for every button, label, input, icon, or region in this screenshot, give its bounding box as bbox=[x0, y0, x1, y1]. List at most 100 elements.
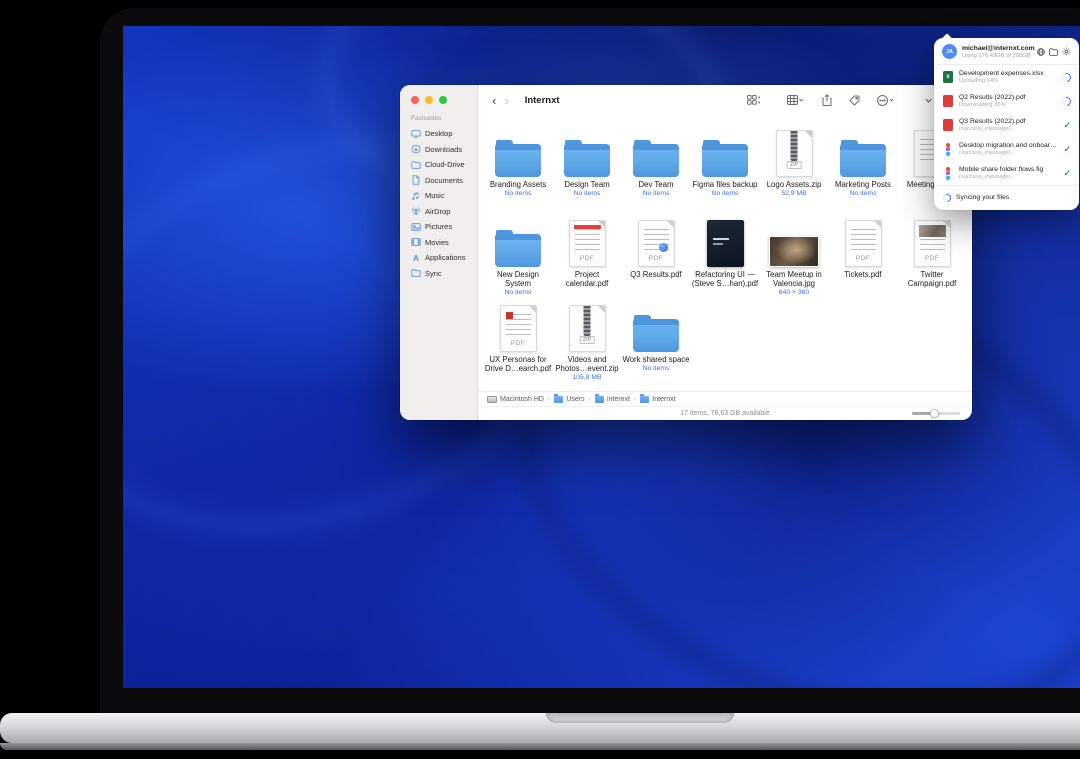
minimize-button[interactable] bbox=[425, 96, 433, 104]
sidebar-item-label: Downloads bbox=[425, 145, 462, 154]
view-grid-icon[interactable] bbox=[747, 95, 760, 106]
file-name: Project calendar.pdf bbox=[553, 270, 621, 288]
sidebar-item-movies[interactable]: Movies bbox=[406, 235, 473, 251]
sidebar-item-cloud-drive[interactable]: Cloud-Drive bbox=[406, 157, 473, 173]
file-item-dev-team[interactable]: Dev TeamNo items bbox=[622, 123, 691, 197]
movies-icon bbox=[411, 237, 421, 247]
path-segment-internxt[interactable]: internxt bbox=[595, 396, 630, 403]
file-item-new-design-system[interactable]: New Design SystemNo items bbox=[484, 213, 553, 296]
file-item-design-team[interactable]: Design TeamNo items bbox=[553, 123, 622, 197]
folder-icon bbox=[595, 396, 604, 403]
path-bar[interactable]: Macintosh HD›Users›internxt›Internxt bbox=[478, 391, 972, 406]
transfer-item-development-expenses-xlsx[interactable]: xDevelopment expenses.xlsxUploading 64% bbox=[934, 65, 1079, 89]
path-segment-macintosh-hd[interactable]: Macintosh HD bbox=[487, 396, 544, 403]
file-item-work-shared-space[interactable]: Work shared spaceNo items bbox=[622, 298, 691, 372]
pdf-badge: PDF bbox=[846, 255, 881, 262]
hard-drive-icon bbox=[487, 396, 497, 403]
sidebar-item-pictures[interactable]: Pictures bbox=[406, 219, 473, 235]
share-icon[interactable] bbox=[822, 94, 832, 106]
pdf-badge: PDF bbox=[501, 340, 536, 347]
downloads-icon bbox=[411, 144, 421, 154]
sidebar-item-airdrop[interactable]: AirDrop bbox=[406, 204, 473, 220]
file-subtitle: No items bbox=[574, 190, 601, 197]
file-item-q3-results-pdf[interactable]: PDF Q3 Results.pdf bbox=[622, 213, 691, 279]
sidebar-item-label: AirDrop bbox=[425, 207, 450, 216]
sidebar-item-documents[interactable]: Documents bbox=[406, 173, 473, 189]
file-icon-wrap: ZIP bbox=[776, 123, 813, 177]
slider-knob[interactable] bbox=[930, 409, 939, 418]
pdf-badge: PDF bbox=[639, 255, 674, 262]
transfer-file-name: Mobile share folder flows.fig bbox=[959, 166, 1059, 173]
zoom-button[interactable] bbox=[439, 96, 447, 104]
group-by-icon[interactable] bbox=[787, 95, 803, 105]
file-item-logo-assets-zip[interactable]: ZIPLogo Assets.zip52,9 MB bbox=[760, 123, 829, 197]
transfer-item-q3-results-2022-pdf[interactable]: Q3 Results (2022).pdf(success_message)✓ bbox=[934, 113, 1079, 137]
overflow-chevron-icon[interactable] bbox=[925, 98, 932, 103]
globe-icon[interactable] bbox=[1037, 48, 1045, 56]
file-icon-wrap bbox=[633, 298, 679, 352]
transfer-item-mobile-share-folder-flows-fig[interactable]: Mobile share folder flows.fig(success_me… bbox=[934, 161, 1079, 185]
sidebar-item-downloads[interactable]: Downloads bbox=[406, 142, 473, 158]
tag-icon[interactable] bbox=[849, 95, 860, 106]
success-check-icon: ✓ bbox=[1063, 121, 1071, 130]
transfer-status: (success_message) bbox=[959, 174, 1059, 180]
sidebar-item-label: Applications bbox=[425, 253, 465, 262]
file-name: UX Personas for Drive D…earch.pdf bbox=[484, 355, 552, 373]
excel-file-icon: x bbox=[943, 71, 953, 83]
sidebar-item-desktop[interactable]: Desktop bbox=[406, 126, 473, 142]
forward-button[interactable]: › bbox=[500, 94, 512, 107]
zip-badge: ZIP bbox=[787, 161, 802, 169]
file-subtitle: 52,9 MB bbox=[781, 190, 806, 197]
icon-size-slider[interactable] bbox=[912, 412, 960, 415]
gear-icon[interactable] bbox=[1062, 47, 1071, 56]
file-item-marketing-posts[interactable]: Marketing PostsNo items bbox=[829, 123, 898, 197]
back-button[interactable]: ‹ bbox=[488, 94, 500, 107]
file-item-branding-assets[interactable]: Branding AssetsNo items bbox=[484, 123, 553, 197]
sidebar-item-label: Sync bbox=[425, 269, 442, 278]
music-icon bbox=[411, 191, 421, 201]
file-subtitle: 105,8 MB bbox=[572, 374, 601, 381]
file-subtitle: No items bbox=[850, 190, 877, 197]
window-title: Internxt bbox=[525, 95, 560, 106]
sidebar-item-music[interactable]: Music bbox=[406, 188, 473, 204]
transfer-file-name: Development expenses.xlsx bbox=[959, 70, 1059, 77]
file-subtitle: 640 × 360 bbox=[779, 289, 809, 296]
sidebar-section-label: Favourites bbox=[411, 115, 441, 122]
sidebar-item-applications[interactable]: AApplications bbox=[406, 250, 473, 266]
zip-file-icon: ZIP bbox=[569, 305, 606, 352]
file-name: Branding Assets bbox=[490, 180, 546, 189]
sidebar-item-sync[interactable]: Sync bbox=[406, 266, 473, 282]
file-icon-wrap bbox=[702, 123, 748, 177]
finder-window: Favourites Desktop Downloads Cloud-DriveDo… bbox=[400, 85, 972, 420]
folder-icon[interactable] bbox=[1049, 48, 1058, 56]
file-item-tickets-pdf[interactable]: PDFTickets.pdf bbox=[829, 213, 898, 279]
file-icon-wrap bbox=[633, 123, 679, 177]
file-icon-wrap: PDF bbox=[500, 298, 537, 352]
file-item-figma-files-backup[interactable]: Figma files backupNo items bbox=[691, 123, 760, 197]
transfer-file-name: Q2 Results (2022).pdf bbox=[959, 94, 1059, 101]
transfer-item-q2-results-2022-pdf[interactable]: Q2 Results (2022).pdfDownloading 35% bbox=[934, 89, 1079, 113]
sync-spinner-icon bbox=[941, 192, 952, 203]
path-segment-internxt[interactable]: Internxt bbox=[640, 396, 675, 403]
pdf-file-icon: PDF bbox=[845, 220, 882, 267]
path-segment-users[interactable]: Users bbox=[554, 396, 584, 403]
file-name: Q3 Results.pdf bbox=[630, 270, 682, 279]
path-segment-label: Internxt bbox=[652, 396, 675, 403]
file-item-twitter-campaign-pdf[interactable]: PDFTwitter Campaign.pdf bbox=[898, 213, 967, 288]
window-controls bbox=[411, 96, 447, 104]
file-item-ux-personas-for-drive-d-earch-pdf[interactable]: PDF UX Personas for Drive D…earch.pdf bbox=[484, 298, 553, 373]
file-item-refactoring-ui-steve-s-han-pdf[interactable]: Refactoring UI — (Steve S…han).pdf bbox=[691, 213, 760, 288]
more-actions-icon[interactable] bbox=[877, 95, 894, 106]
file-subtitle: No items bbox=[643, 190, 670, 197]
file-item-project-calendar-pdf[interactable]: PDFProject calendar.pdf bbox=[553, 213, 622, 288]
file-item-videos-and-photos-event-zip[interactable]: ZIPVideos and Photos…event.zip105,8 MB bbox=[553, 298, 622, 381]
file-item-team-meetup-in-valencia-jpg[interactable]: Team Meetup in Valencia.jpg640 × 360 bbox=[760, 213, 829, 296]
laptop-base bbox=[0, 713, 1080, 743]
transfer-item-desktop-migration-and-onboardi[interactable]: Desktop migration and onboardi…(success_… bbox=[934, 137, 1079, 161]
close-button[interactable] bbox=[411, 96, 419, 104]
file-name: Twitter Campaign.pdf bbox=[898, 270, 966, 288]
desktop-icon bbox=[411, 129, 421, 139]
pictures-icon bbox=[411, 222, 421, 232]
zipper-icon bbox=[791, 131, 798, 161]
toolbar-icons bbox=[747, 85, 958, 115]
